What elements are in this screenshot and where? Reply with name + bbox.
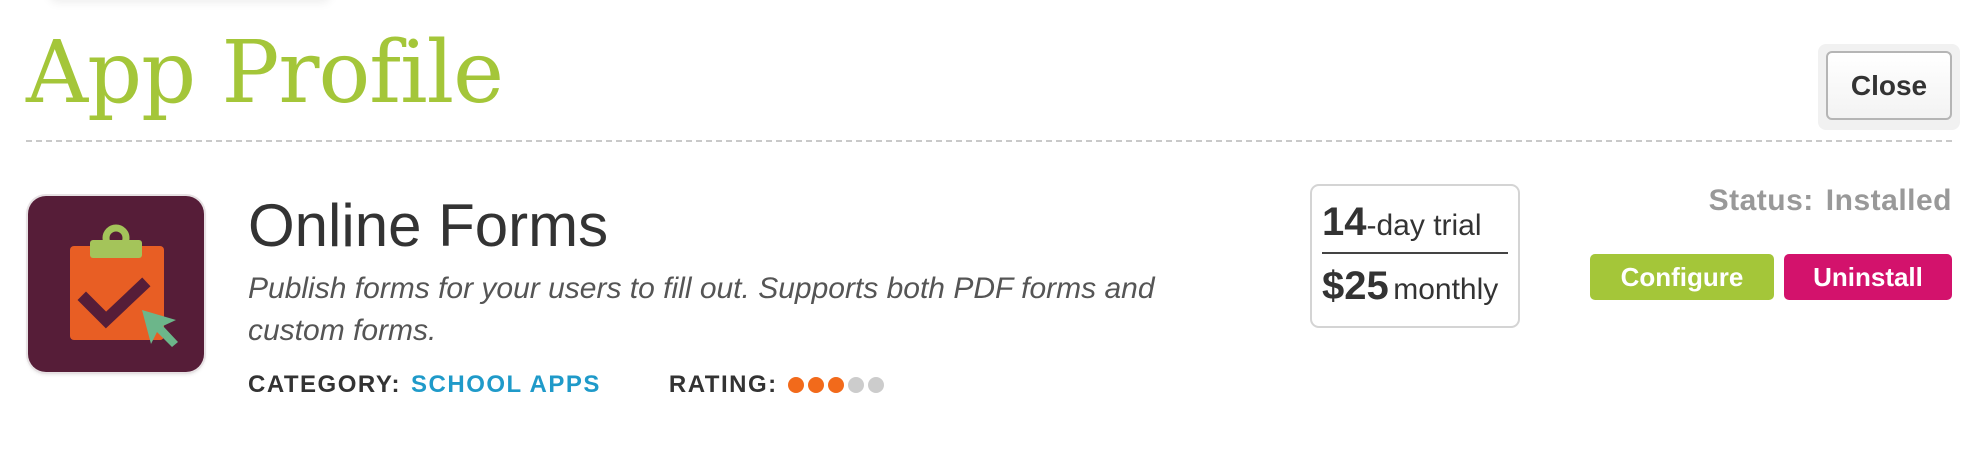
rating-dot-filled: [787, 377, 804, 393]
page-title: App Profile: [26, 23, 504, 123]
close-button-wrapper: Close: [1818, 44, 1960, 130]
rating-dot-empty: [847, 377, 864, 393]
app-description: Publish forms for your users to fill out…: [248, 272, 1155, 347]
rating-dot-filled: [827, 377, 844, 393]
price-line: $25 monthly: [1322, 264, 1498, 309]
header-divider: [26, 140, 1952, 142]
rating-dots: [787, 377, 888, 393]
trial-days: 14: [1322, 200, 1367, 244]
app-meta-row: CATEGORY: SCHOOL APPS RATING:: [248, 370, 888, 400]
status-value: Installed: [1825, 184, 1952, 217]
price-period: monthly: [1393, 273, 1499, 306]
pricing-divider: [1322, 252, 1508, 254]
category-link[interactable]: SCHOOL APPS: [411, 371, 601, 399]
rating-dot-filled: [807, 377, 824, 393]
install-status: Status: Installed: [1709, 184, 1952, 218]
uninstall-button[interactable]: Uninstall: [1784, 254, 1952, 300]
configure-button[interactable]: Configure: [1590, 254, 1774, 300]
price-amount: $25: [1322, 264, 1389, 308]
category-label: CATEGORY:: [248, 371, 402, 398]
trial-line: 14-day trial: [1322, 200, 1482, 245]
clipboard-check-cursor-icon: [70, 224, 178, 347]
close-button[interactable]: Close: [1826, 51, 1952, 120]
app-name: Online Forms: [248, 192, 609, 259]
rating-dot-empty: [867, 377, 884, 393]
status-label: Status:: [1708, 184, 1814, 217]
pricing-box: 14-day trial $25 monthly: [1310, 184, 1520, 328]
trial-text: -day trial: [1366, 209, 1482, 242]
app-icon: [28, 196, 204, 372]
rating-label: RATING:: [668, 371, 778, 398]
rating-group: RATING:: [669, 371, 888, 399]
